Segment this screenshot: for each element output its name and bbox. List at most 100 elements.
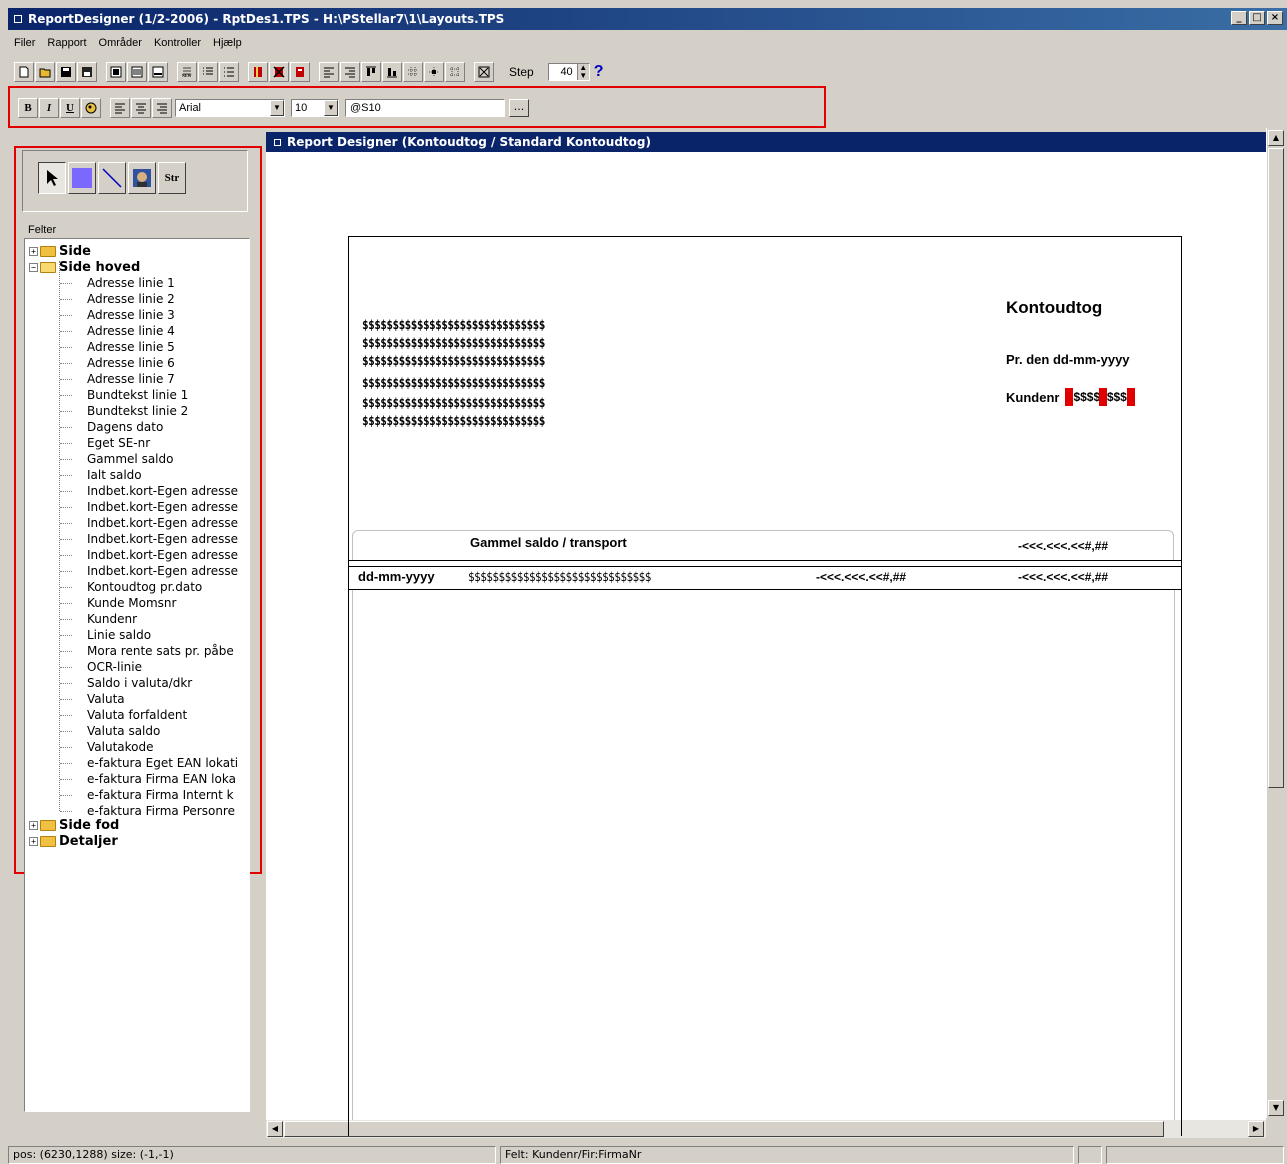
rectangle-tool-icon[interactable] bbox=[68, 162, 96, 194]
scroll-left-icon[interactable]: ◀ bbox=[267, 1121, 283, 1137]
tree-group-side[interactable]: + Side bbox=[29, 243, 91, 259]
expand-icon[interactable]: + bbox=[29, 246, 38, 256]
tree-item[interactable]: Adresse linie 7 bbox=[87, 371, 175, 387]
step-value[interactable]: 40 bbox=[560, 66, 576, 78]
tree-item[interactable]: Kundenr bbox=[87, 611, 137, 627]
address-field[interactable]: $$$$$$$$$$$$$$$$$$$$$$$$$$$$$$ bbox=[362, 414, 545, 428]
string-tool-button[interactable]: Str bbox=[158, 162, 186, 194]
tree-group-side-fod[interactable]: + Side fod bbox=[29, 817, 119, 833]
scroll-up-icon[interactable]: ▲ bbox=[1268, 130, 1284, 146]
tree-item[interactable]: Adresse linie 4 bbox=[87, 323, 175, 339]
chevron-down-icon[interactable]: ▼ bbox=[324, 100, 338, 116]
tree-group-detaljer[interactable]: + Detaljer bbox=[29, 833, 118, 849]
image-tool-icon[interactable] bbox=[128, 162, 156, 194]
save-as-icon[interactable] bbox=[77, 62, 97, 82]
designer-titlebar[interactable]: Report Designer (Kontoudtog / Standard K… bbox=[266, 132, 1266, 152]
tree-item[interactable]: Adresse linie 3 bbox=[87, 307, 175, 323]
grid-toggle-icon[interactable] bbox=[445, 62, 465, 82]
tree-item[interactable]: Valuta forfaldent bbox=[87, 707, 187, 723]
selection-handle-icon[interactable] bbox=[1065, 388, 1074, 406]
page-header-band[interactable] bbox=[348, 236, 1182, 1136]
tree-item[interactable]: Kontoudtog pr.dato bbox=[87, 579, 202, 595]
minimize-button[interactable]: _ bbox=[1231, 11, 1247, 25]
tree-item[interactable]: Dagens dato bbox=[87, 419, 163, 435]
transport-label[interactable]: Gammel saldo / transport bbox=[470, 535, 627, 550]
save-icon[interactable] bbox=[56, 62, 76, 82]
font-size-select[interactable]: 10 ▼ bbox=[291, 99, 339, 117]
customer-label[interactable]: Kundenr bbox=[1006, 390, 1059, 405]
help-button[interactable]: ? bbox=[594, 63, 604, 81]
browse-button[interactable]: ... bbox=[509, 99, 529, 117]
detail-balance-field[interactable]: -<<<.<<<.<<#,## bbox=[1018, 570, 1108, 584]
italic-button[interactable]: I bbox=[39, 98, 59, 118]
transport-amount-field[interactable]: -<<<.<<<.<<#,## bbox=[1018, 539, 1108, 553]
tree-item[interactable]: Adresse linie 6 bbox=[87, 355, 175, 371]
scroll-thumb[interactable] bbox=[1268, 148, 1284, 788]
tree-item[interactable]: Adresse linie 5 bbox=[87, 339, 175, 355]
expression-input[interactable]: @S10 bbox=[345, 99, 505, 117]
step-spinner[interactable]: 40 ▲ ▼ bbox=[547, 63, 590, 81]
selection-handle-icon[interactable] bbox=[1126, 388, 1135, 406]
font-select[interactable]: Arial ▼ bbox=[175, 99, 285, 117]
scroll-down-icon[interactable]: ▼ bbox=[1268, 1100, 1284, 1116]
delete-book-icon[interactable] bbox=[269, 62, 289, 82]
address-field[interactable]: $$$$$$$$$$$$$$$$$$$$$$$$$$$$$$ bbox=[362, 318, 545, 332]
fields-tree[interactable]: + Side − Side hoved Adresse linie 1 Adre… bbox=[24, 238, 250, 1112]
address-field[interactable]: $$$$$$$$$$$$$$$$$$$$$$$$$$$$$$ bbox=[362, 376, 545, 390]
tree-item[interactable]: Indbet.kort-Egen adresse bbox=[87, 483, 238, 499]
chevron-down-icon[interactable]: ▼ bbox=[270, 100, 284, 116]
tree-item[interactable]: Mora rente sats pr. påbe bbox=[87, 643, 234, 659]
text-align-right-icon[interactable] bbox=[152, 98, 172, 118]
system-menu-icon[interactable] bbox=[274, 138, 281, 146]
grid-snap-icon[interactable] bbox=[424, 62, 444, 82]
customer-number-field[interactable]: $$$$$$$$ bbox=[1065, 388, 1135, 406]
tree-item[interactable]: Ialt saldo bbox=[87, 467, 142, 483]
detail-text-field[interactable]: $$$$$$$$$$$$$$$$$$$$$$$$$$$$$$ bbox=[468, 570, 651, 584]
new-file-icon[interactable] bbox=[14, 62, 34, 82]
align-right-icon[interactable] bbox=[340, 62, 360, 82]
spinner-arrows-icon[interactable]: ▲ ▼ bbox=[576, 64, 589, 80]
close-button[interactable]: × bbox=[1267, 11, 1283, 25]
menu-filer[interactable]: Filer bbox=[8, 37, 41, 49]
text-align-center-icon[interactable] bbox=[131, 98, 151, 118]
date-field[interactable]: Pr. den dd-mm-yyyy bbox=[1006, 352, 1130, 367]
tree-item[interactable]: Linie saldo bbox=[87, 627, 151, 643]
address-field[interactable]: $$$$$$$$$$$$$$$$$$$$$$$$$$$$$$ bbox=[362, 354, 545, 368]
align-top-icon[interactable] bbox=[361, 62, 381, 82]
tree-item[interactable]: Kunde Momsnr bbox=[87, 595, 176, 611]
expand-icon[interactable]: + bbox=[29, 820, 38, 830]
list-icon[interactable] bbox=[219, 62, 239, 82]
collapse-icon[interactable]: − bbox=[29, 262, 38, 272]
color-picker-icon[interactable] bbox=[81, 98, 101, 118]
bold-button[interactable]: B bbox=[18, 98, 38, 118]
new-detail-icon[interactable]: NEW bbox=[177, 62, 197, 82]
tree-item[interactable]: e-faktura Firma Internt k bbox=[87, 787, 234, 803]
address-field[interactable]: $$$$$$$$$$$$$$$$$$$$$$$$$$$$$$ bbox=[362, 396, 545, 410]
underline-button[interactable]: U bbox=[60, 98, 80, 118]
expand-icon[interactable]: + bbox=[29, 836, 38, 846]
page-setup-icon[interactable] bbox=[106, 62, 126, 82]
tree-item[interactable]: Indbet.kort-Egen adresse bbox=[87, 547, 238, 563]
tree-item[interactable]: Indbet.kort-Egen adresse bbox=[87, 531, 238, 547]
pointer-tool-icon[interactable] bbox=[38, 162, 66, 194]
selection-handle-icon[interactable] bbox=[1099, 388, 1108, 406]
tree-item[interactable]: Adresse linie 1 bbox=[87, 275, 175, 291]
tree-item[interactable]: e-faktura Eget EAN lokati bbox=[87, 755, 238, 771]
menu-rapport[interactable]: Rapport bbox=[41, 37, 92, 49]
open-folder-icon[interactable] bbox=[35, 62, 55, 82]
tree-item[interactable]: Bundtekst linie 1 bbox=[87, 387, 188, 403]
maximize-button[interactable]: □ bbox=[1249, 11, 1265, 25]
tree-item[interactable]: Saldo i valuta/dkr bbox=[87, 675, 192, 691]
window-titlebar[interactable]: ReportDesigner (1/2-2006) - RptDes1.TPS … bbox=[8, 8, 1287, 30]
menu-kontroller[interactable]: Kontroller bbox=[148, 37, 207, 49]
tree-item[interactable]: Indbet.kort-Egen adresse bbox=[87, 499, 238, 515]
address-field[interactable]: $$$$$$$$$$$$$$$$$$$$$$$$$$$$$$ bbox=[362, 336, 545, 350]
header-band-icon[interactable] bbox=[127, 62, 147, 82]
detail-amount-field[interactable]: -<<<.<<<.<<#,## bbox=[816, 570, 906, 584]
detail-date-field[interactable]: dd-mm-yyyy bbox=[358, 569, 435, 584]
tree-item[interactable]: Indbet.kort-Egen adresse bbox=[87, 563, 238, 579]
line-tool-icon[interactable] bbox=[98, 162, 126, 194]
tree-item[interactable]: OCR-linie bbox=[87, 659, 142, 675]
align-left-icon[interactable] bbox=[319, 62, 339, 82]
menu-omraader[interactable]: Områder bbox=[93, 37, 148, 49]
